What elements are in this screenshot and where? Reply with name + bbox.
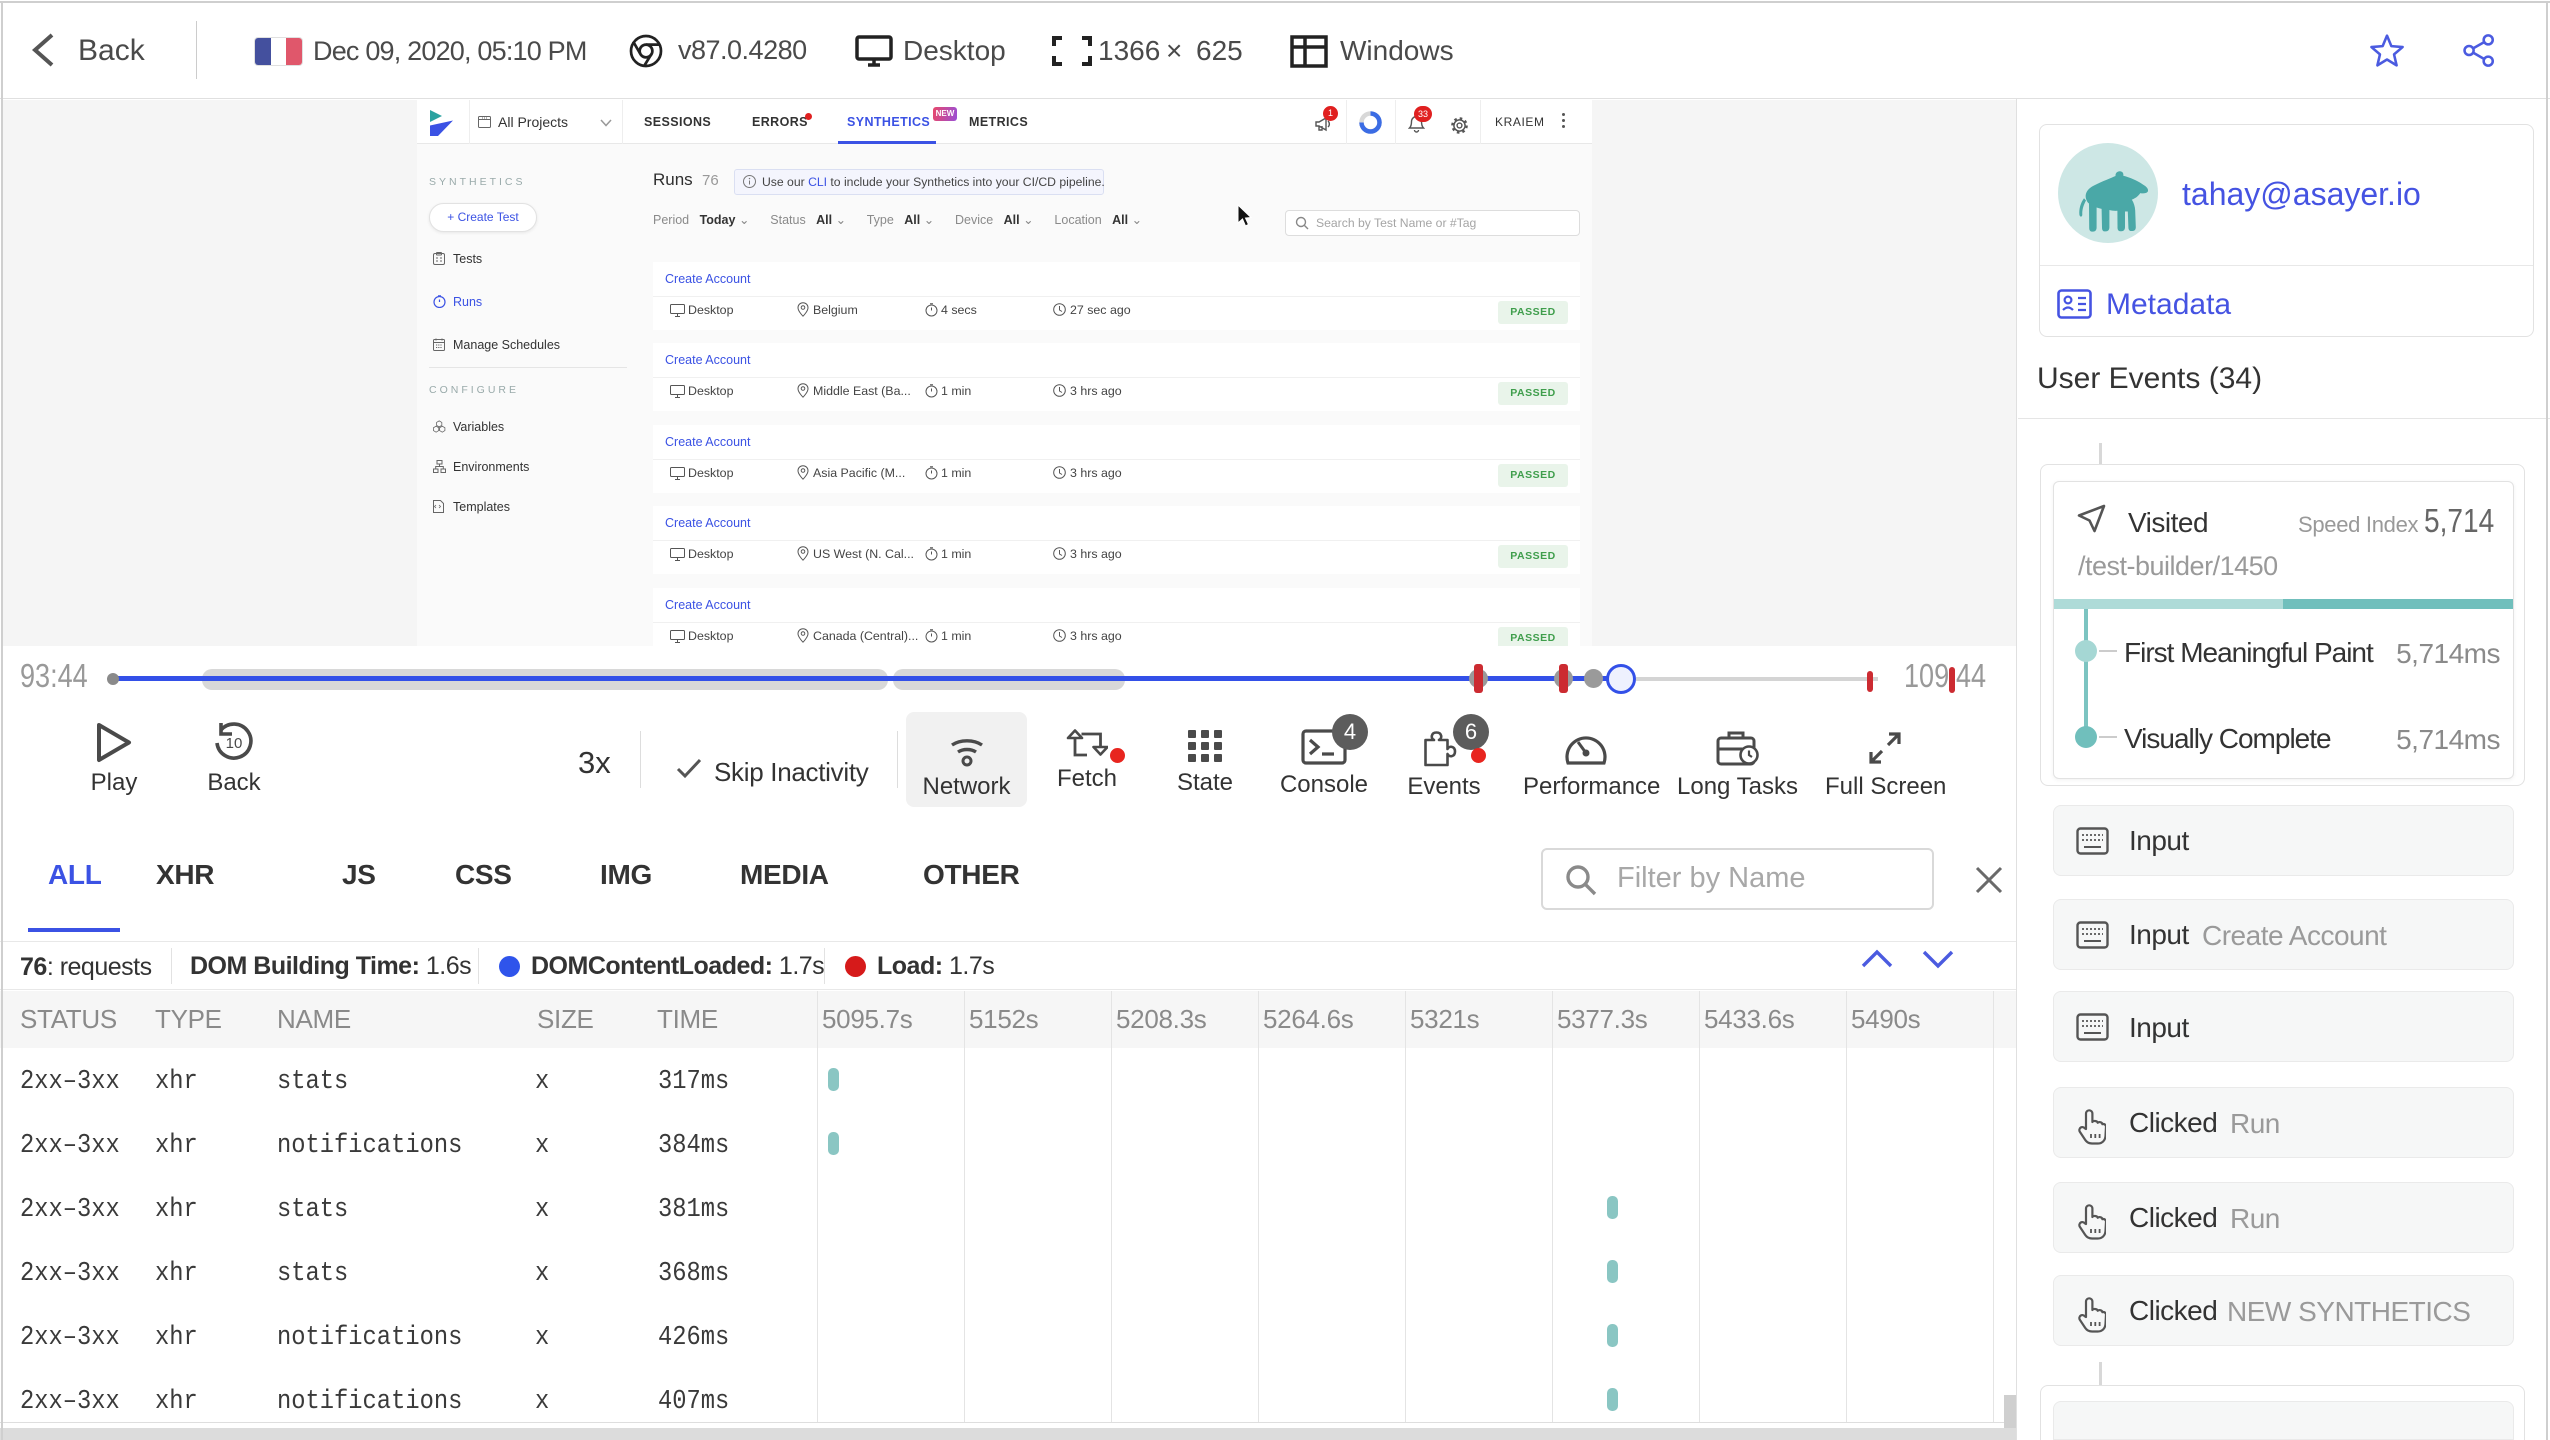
svg-text:10: 10 — [226, 735, 243, 752]
